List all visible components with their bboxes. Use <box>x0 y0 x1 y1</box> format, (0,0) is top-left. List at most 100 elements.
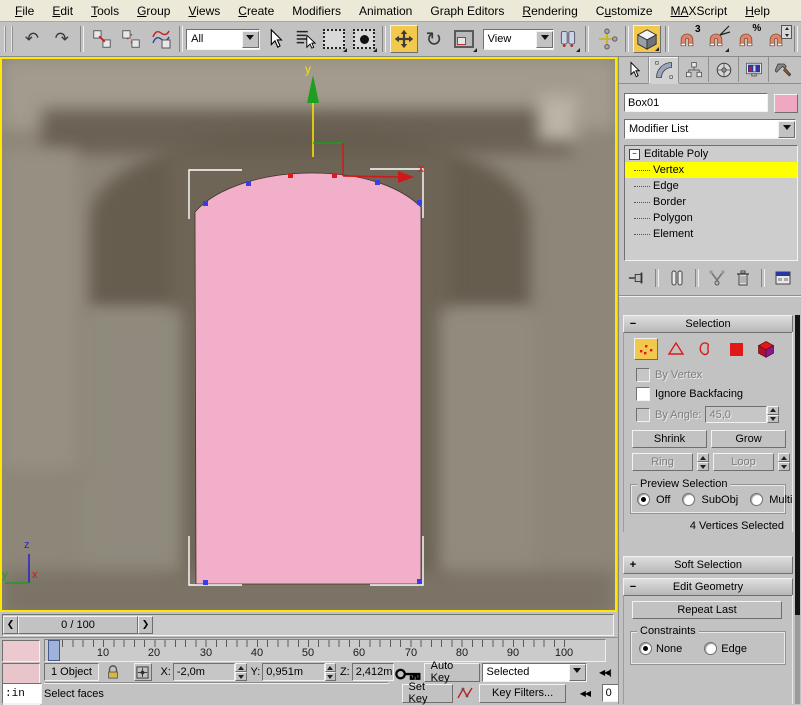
radio-subobj[interactable] <box>682 493 695 506</box>
menu-file[interactable]: File <box>6 2 43 20</box>
menu-edit[interactable]: Edit <box>43 2 82 20</box>
mini-listener-macro-pane[interactable] <box>2 640 40 662</box>
spinner-snap-button[interactable] <box>762 25 790 53</box>
time-slider-next-button[interactable]: ❯ <box>138 616 153 634</box>
menu-create[interactable]: Create <box>229 2 283 20</box>
auto-key-button[interactable]: Auto Key <box>424 663 480 682</box>
object-name-field[interactable]: Box01 <box>624 93 768 112</box>
object-color-swatch[interactable] <box>774 94 798 113</box>
tab-motion[interactable] <box>709 57 739 82</box>
stack-item-edge[interactable]: Edge <box>625 178 797 194</box>
tab-utilities[interactable] <box>769 57 798 82</box>
panel-scrollbar-thumb[interactable] <box>795 315 800 615</box>
tab-modify[interactable] <box>649 57 679 84</box>
vertex[interactable] <box>417 579 422 584</box>
vertex-selected[interactable] <box>332 173 337 178</box>
select-and-manipulate-button[interactable] <box>593 25 621 53</box>
tab-hierarchy[interactable] <box>679 57 709 82</box>
menu-customize[interactable]: Customize <box>587 2 662 20</box>
checkbox-icon[interactable] <box>636 408 650 422</box>
modifier-list-arrow[interactable] <box>778 121 795 138</box>
reference-coordinate-dropdown[interactable]: View <box>483 29 555 50</box>
vertex[interactable] <box>417 200 422 205</box>
percent-snap-button[interactable]: % <box>732 25 760 53</box>
select-object-button[interactable] <box>261 25 289 53</box>
editable-poly-shape[interactable] <box>195 173 421 584</box>
polygon-subobject-button[interactable] <box>724 338 748 360</box>
ring-spinner[interactable] <box>697 453 709 471</box>
menu-maxscript[interactable]: MAXScript <box>662 2 737 20</box>
menu-views[interactable]: Views <box>179 2 229 20</box>
shrink-button[interactable]: Shrink <box>632 430 707 448</box>
x-coord-field[interactable]: -2,0m <box>173 663 235 681</box>
window-crossing-toggle-button[interactable] <box>350 25 378 53</box>
menu-tools[interactable]: Tools <box>82 2 128 20</box>
edge-subobject-button[interactable] <box>664 338 688 360</box>
y-coord-field[interactable]: 0,951m <box>262 663 324 681</box>
absolute-mode-toggle[interactable] <box>134 663 153 681</box>
border-subobject-button[interactable] <box>694 338 718 360</box>
loop-button[interactable]: Loop <box>713 453 774 471</box>
redo-button[interactable]: ↷ <box>48 25 76 53</box>
make-unique-button[interactable] <box>706 268 728 288</box>
time-slider-prev-button[interactable]: ❮ <box>3 616 18 634</box>
by-vertex-checkbox-row[interactable]: By Vertex <box>636 368 702 382</box>
vertex[interactable] <box>246 181 251 186</box>
checkbox-icon[interactable] <box>636 368 650 382</box>
key-filters-button[interactable]: Key Filters... <box>479 684 566 703</box>
bind-to-space-warp-button[interactable] <box>147 25 175 53</box>
menu-rendering[interactable]: Rendering <box>513 2 586 20</box>
x-spinner[interactable] <box>235 663 246 681</box>
toolbar-grip[interactable] <box>4 26 13 52</box>
key-mode-dropdown[interactable]: Selected <box>482 663 587 682</box>
z-coord-field[interactable]: 2,412m <box>352 663 394 681</box>
undo-button[interactable]: ↶ <box>18 25 46 53</box>
radio-constraint-none[interactable] <box>639 642 652 655</box>
menu-help[interactable]: Help <box>736 2 779 20</box>
set-key-button[interactable]: Set Key <box>402 684 454 703</box>
stack-item-polygon[interactable]: Polygon <box>625 210 797 226</box>
select-and-link-button[interactable] <box>88 25 116 53</box>
select-by-name-button[interactable] <box>291 25 319 53</box>
select-and-scale-button[interactable] <box>450 25 478 53</box>
menu-modifiers[interactable]: Modifiers <box>283 2 350 20</box>
by-angle-field[interactable]: 45,0 <box>705 406 767 423</box>
select-and-rotate-button[interactable]: ↻ <box>420 25 448 53</box>
snap-3-button[interactable]: 3 <box>673 25 701 53</box>
current-frame-marker[interactable] <box>48 640 60 661</box>
selection-lock-toggle[interactable] <box>103 663 124 681</box>
show-end-result-button[interactable] <box>666 268 688 288</box>
default-key-tangent-button[interactable] <box>455 684 475 702</box>
time-slider-handle[interactable]: 0 / 100 <box>18 616 138 634</box>
menu-graph-editors[interactable]: Graph Editors <box>421 2 513 20</box>
stack-item-vertex[interactable]: Vertex <box>625 162 797 178</box>
ignore-backfacing-checkbox-row[interactable]: Ignore Backfacing <box>636 387 743 401</box>
by-angle-spinner[interactable] <box>767 406 779 423</box>
configure-modifier-sets-button[interactable] <box>772 268 794 288</box>
y-spinner[interactable] <box>325 663 336 681</box>
vertex[interactable] <box>203 201 208 206</box>
grow-button[interactable]: Grow <box>711 430 786 448</box>
menu-group[interactable]: Group <box>128 2 179 20</box>
tab-display[interactable] <box>739 57 769 82</box>
repeat-last-button[interactable]: Repeat Last <box>632 601 782 619</box>
track-bar-ruler[interactable]: 0 10 20 30 40 50 60 70 80 90 100 <box>44 639 606 662</box>
use-pivot-point-center-button[interactable] <box>555 25 581 53</box>
soft-selection-rollout-header[interactable]: +Soft Selection <box>623 556 793 574</box>
angle-snap-button[interactable] <box>703 25 731 53</box>
vertex-subobject-button[interactable] <box>634 338 658 360</box>
remove-modifier-button[interactable] <box>732 268 754 288</box>
selection-filter-arrow[interactable] <box>242 31 259 48</box>
key-mode-toggle-button[interactable]: ◀◀ <box>574 684 596 702</box>
vertex[interactable] <box>203 580 208 585</box>
stack-item-border[interactable]: Border <box>625 194 797 210</box>
ring-button[interactable]: Ring <box>632 453 693 471</box>
rectangular-selection-region-button[interactable] <box>320 25 348 53</box>
viewport-label[interactable]: Left <box>8 62 26 74</box>
viewport-left[interactable]: y x z y x Left <box>0 57 617 612</box>
collapse-minus-icon[interactable]: − <box>629 149 640 160</box>
vertex[interactable] <box>375 180 380 185</box>
select-and-move-button[interactable] <box>390 25 418 53</box>
selection-filter-dropdown[interactable]: All <box>186 29 260 50</box>
stack-item-element[interactable]: Element <box>625 226 797 242</box>
